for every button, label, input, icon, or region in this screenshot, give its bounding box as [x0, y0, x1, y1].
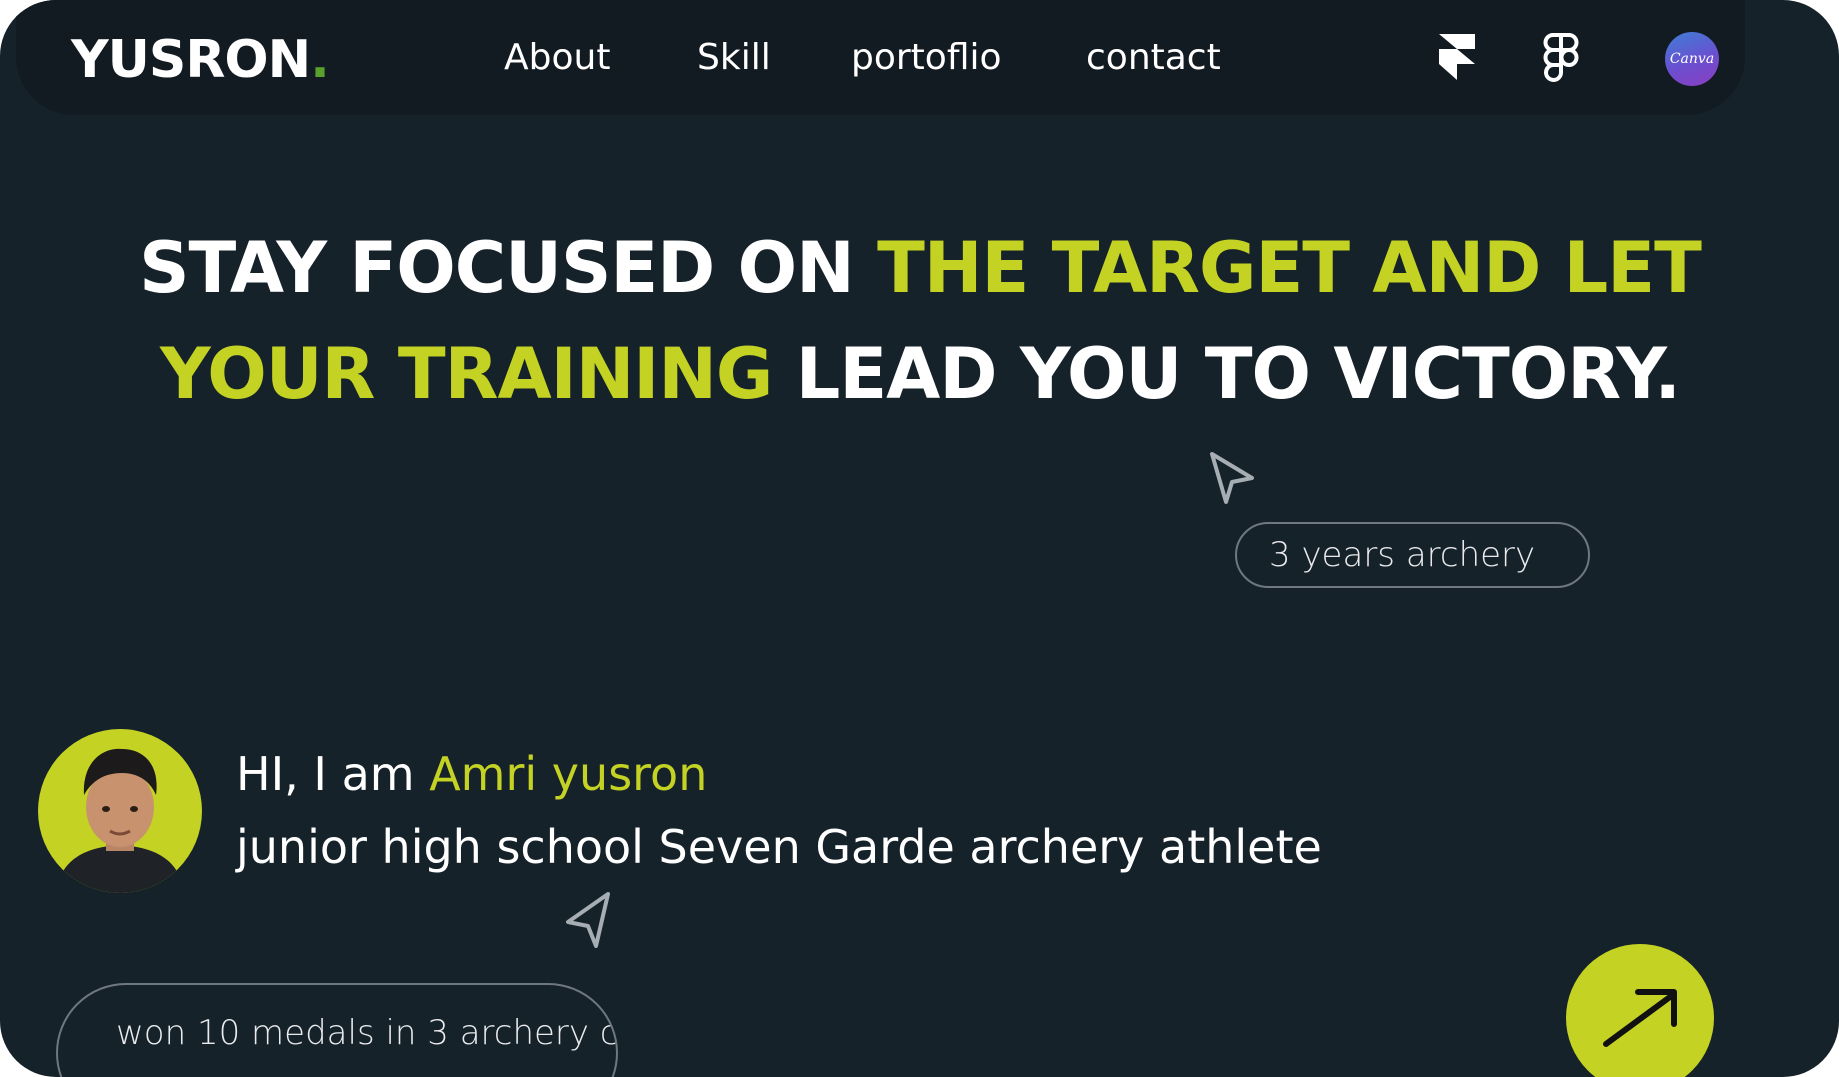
intro-description: junior high school Seven Garde archery a… [236, 820, 1322, 874]
nav-link-about[interactable]: About [504, 34, 610, 82]
intro-name: Amri yusron [429, 747, 708, 801]
greeting-text: HI, I am [236, 747, 430, 801]
nav-link-portfolio[interactable]: portoflio [851, 34, 1002, 82]
medals-badge: won 10 medals in 3 archery competitions [56, 983, 618, 1077]
headline-part2: LEAD YOU TO VICTORY. [772, 333, 1681, 415]
figma-icon[interactable] [1539, 32, 1583, 82]
cursor-arrow-icon [1210, 452, 1254, 504]
nav-link-skill[interactable]: Skill [697, 34, 771, 82]
page-frame: YUSRON. About Skill portoflio contact Ca… [0, 0, 1839, 1077]
logo-text: YUSRON [71, 30, 311, 90]
avatar [38, 729, 202, 893]
hero-headline: STAY FOCUSED ON THE TARGET AND LET YOUR … [60, 215, 1780, 427]
logo[interactable]: YUSRON. [71, 28, 330, 92]
send-arrow-icon [566, 892, 610, 948]
arrow-cta-button[interactable] [1566, 944, 1714, 1077]
years-badge: 3 years archery [1235, 522, 1590, 588]
person-photo-icon [56, 748, 184, 893]
arrow-up-right-icon [1603, 989, 1677, 1047]
navbar: YUSRON. About Skill portoflio contact Ca… [16, 0, 1745, 115]
nav-link-contact[interactable]: contact [1086, 34, 1221, 82]
intro-greeting: HI, I am Amri yusron [236, 742, 707, 806]
framer-icon[interactable] [1435, 32, 1479, 82]
canva-icon[interactable]: Canva [1665, 32, 1719, 86]
headline-part1: STAY FOCUSED ON [139, 227, 878, 309]
logo-dot: . [310, 30, 330, 90]
